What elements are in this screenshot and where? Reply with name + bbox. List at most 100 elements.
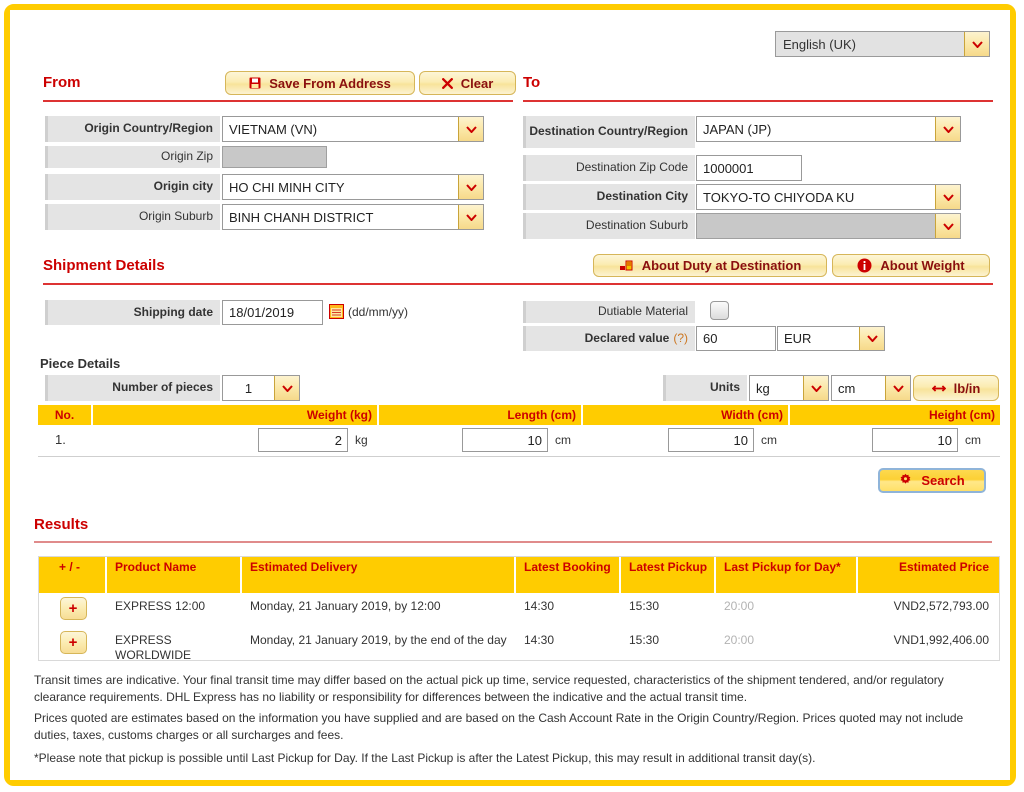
chevron-down-icon[interactable] <box>458 205 483 229</box>
chevron-down-icon[interactable] <box>885 376 910 400</box>
piece-width-input[interactable]: 10 <box>668 428 754 452</box>
results-row-last-pickup: 20:00 <box>724 633 755 647</box>
chevron-down-icon[interactable] <box>803 376 828 400</box>
origin-country-value: VIETNAM (VN) <box>229 121 318 137</box>
chevron-down-icon[interactable] <box>964 32 989 56</box>
destination-zip-label: Destination Zip Code <box>523 155 695 181</box>
chevron-down-icon[interactable] <box>274 376 299 400</box>
origin-country-label: Origin Country/Region <box>45 116 220 142</box>
results-divider <box>34 541 992 543</box>
language-select[interactable]: English (UK) <box>775 31 990 57</box>
chevron-down-icon[interactable] <box>859 327 884 350</box>
origin-suburb-label: Origin Suburb <box>45 204 220 230</box>
dimension-unit-value: cm <box>838 380 856 396</box>
results-row-expand-cell: + <box>39 593 107 620</box>
to-divider <box>523 100 993 102</box>
origin-city-value: HO CHI MINH CITY <box>229 179 345 195</box>
clear-label: Clear <box>460 75 494 91</box>
piece-length-unit: cm <box>555 433 571 447</box>
piece-length-input[interactable]: 10 <box>462 428 548 452</box>
shipment-details-heading: Shipment Details <box>43 257 165 274</box>
destination-city-value: TOKYO-TO CHIYODA KU <box>703 189 855 205</box>
toggle-units-label: lb/in <box>953 380 981 396</box>
dutiable-material-label: Dutiable Material <box>523 301 695 323</box>
language-select-value: English (UK) <box>783 36 856 52</box>
declared-value-label: Declared value <box>584 330 670 345</box>
chevron-down-icon[interactable] <box>458 175 483 199</box>
results-row-price: VND2,572,793.00 <box>893 599 989 613</box>
destination-zip-value: 1000001 <box>703 160 754 176</box>
about-duty-label: About Duty at Destination <box>641 258 802 273</box>
destination-country-select[interactable]: JAPAN (JP) <box>696 116 961 142</box>
dutiable-material-checkbox[interactable] <box>710 301 729 320</box>
piece-details-heading: Piece Details <box>40 356 121 371</box>
declared-value-input[interactable]: 60 <box>696 326 776 351</box>
piece-details-table-header: No. Weight (kg) Length (cm) Width (cm) H… <box>38 405 1000 425</box>
chevron-down-icon[interactable] <box>935 185 960 209</box>
note-transit-times: Transit times are indicative. Your final… <box>34 673 944 705</box>
toggle-units-button[interactable]: lb/in <box>913 375 999 401</box>
piece-col-no: No. <box>38 405 93 425</box>
about-weight-button[interactable]: About Weight <box>832 254 990 277</box>
destination-suburb-label: Destination Suburb <box>523 213 695 239</box>
info-icon <box>857 258 872 273</box>
destination-city-label: Destination City <box>523 184 695 210</box>
results-row-delivery: Monday, 21 January 2019, by the end of t… <box>250 633 507 647</box>
piece-weight-value: 2 <box>334 432 342 448</box>
results-row-product: EXPRESS WORLDWIDE <box>115 633 191 662</box>
table-row: + EXPRESS 12:00 Monday, 21 January 2019,… <box>39 593 999 627</box>
results-table-header: + / - Product Name Estimated Delivery La… <box>39 557 999 593</box>
about-weight-label: About Weight <box>880 258 965 273</box>
gear-icon <box>899 473 912 489</box>
expand-row-button[interactable]: + <box>59 597 87 620</box>
piece-length-value: 10 <box>527 432 542 448</box>
destination-country-label: Destination Country/Region <box>523 116 695 148</box>
language-select-box[interactable]: English (UK) <box>775 31 990 57</box>
results-row-latest-booking: 14:30 <box>524 599 555 613</box>
about-duty-button[interactable]: About Duty at Destination <box>593 254 827 277</box>
search-button[interactable]: Search <box>878 468 986 493</box>
origin-suburb-select[interactable]: BINH CHANH DISTRICT <box>222 204 484 230</box>
destination-suburb-select[interactable] <box>696 213 961 239</box>
page-frame: English (UK) From Save From Address Clea… <box>4 4 1016 786</box>
declared-value-value: 60 <box>703 331 718 346</box>
piece-row-number: 1. <box>55 432 66 447</box>
search-label: Search <box>921 473 965 488</box>
chevron-down-icon[interactable] <box>458 117 483 141</box>
to-heading: To <box>523 74 541 91</box>
clear-button[interactable]: Clear <box>419 71 516 95</box>
chevron-down-icon[interactable] <box>935 214 960 238</box>
destination-city-select[interactable]: TOKYO-TO CHIYODA KU <box>696 184 961 210</box>
dimension-unit-select[interactable]: cm <box>831 375 911 401</box>
declared-value-help-icon[interactable]: (?) <box>673 331 688 346</box>
shipping-date-input[interactable]: 18/01/2019 <box>222 300 323 325</box>
piece-weight-input[interactable]: 2 <box>258 428 348 452</box>
from-heading: From <box>43 74 81 91</box>
origin-suburb-value: BINH CHANH DISTRICT <box>229 209 374 225</box>
origin-zip-input[interactable] <box>222 146 327 168</box>
origin-zip-label: Origin Zip <box>45 146 220 168</box>
destination-country-value: JAPAN (JP) <box>703 121 772 137</box>
piece-col-height: Height (cm) <box>929 408 995 422</box>
destination-zip-input[interactable]: 1000001 <box>696 155 802 181</box>
weight-unit-select[interactable]: kg <box>749 375 829 401</box>
expand-row-button[interactable]: + <box>59 631 87 654</box>
results-col-price: Estimated Price <box>898 560 989 574</box>
piece-height-input[interactable]: 10 <box>872 428 958 452</box>
origin-country-select[interactable]: VIETNAM (VN) <box>222 116 484 142</box>
calendar-icon[interactable] <box>329 304 344 322</box>
results-heading: Results <box>34 516 89 533</box>
piece-col-width: Width (cm) <box>583 405 790 425</box>
declared-value-label-wrap: Declared value (?) <box>523 326 695 351</box>
number-of-pieces-value: 1 <box>244 380 253 396</box>
duty-icon <box>619 259 634 272</box>
chevron-down-icon[interactable] <box>935 117 960 141</box>
results-row-last-pickup: 20:00 <box>724 599 755 613</box>
number-of-pieces-select[interactable]: 1 <box>222 375 300 401</box>
origin-city-select[interactable]: HO CHI MINH CITY <box>222 174 484 200</box>
piece-width-value: 10 <box>733 432 748 448</box>
results-col-expand: + / - <box>39 557 107 593</box>
currency-select[interactable]: EUR <box>777 326 885 351</box>
save-from-address-button[interactable]: Save From Address <box>225 71 415 95</box>
note-pickup: *Please note that pickup is possible unt… <box>34 751 816 765</box>
